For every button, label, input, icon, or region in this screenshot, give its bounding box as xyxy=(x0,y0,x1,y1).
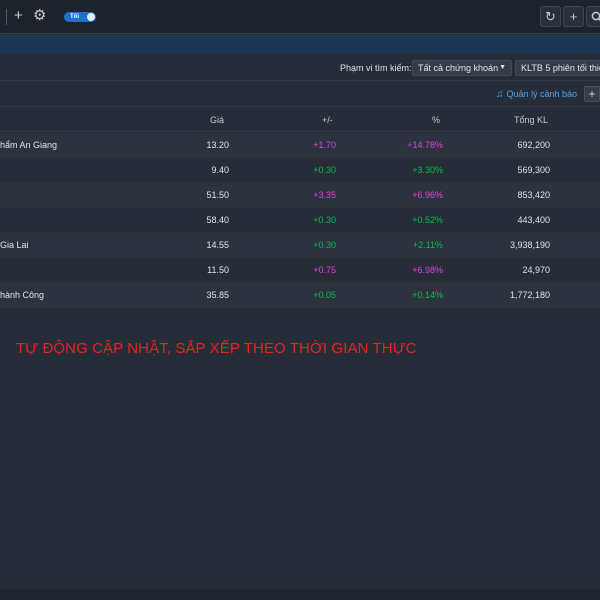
volume-cell: 853,420 xyxy=(517,190,550,200)
bottom-edge xyxy=(0,590,600,600)
scope-select[interactable]: Tất cả chứng khoán ▼ xyxy=(412,60,512,76)
change-cell: +3.35 xyxy=(313,190,336,200)
change-cell: +0.05 xyxy=(313,290,336,300)
table-row[interactable]: Gia Lai 14.55 +0.30 +2.11% 3,938,190 xyxy=(0,233,600,258)
scope-select-value: Tất cả chứng khoán xyxy=(418,63,499,73)
chevron-down-icon: ▼ xyxy=(499,64,506,71)
volume-cell: 3,938,190 xyxy=(509,240,550,250)
table-row[interactable]: 51.50 +3.35 +6.96% 853,420 xyxy=(0,183,600,208)
kltb-select-value: KLTB 5 phiên tối thiể xyxy=(521,63,600,73)
price-cell: 11.50 xyxy=(207,265,229,275)
stock-name: hẩm An Giang xyxy=(0,140,58,150)
price-cell: 9.40 xyxy=(211,165,229,175)
plus-icon: + xyxy=(569,9,578,24)
price-cell: 14.55 xyxy=(206,240,229,250)
add-alert-button[interactable]: + xyxy=(584,86,600,102)
promo-caption: TỰ ĐỘNG CẬP NHẬT, SẮP XẾP THEO THỜI GIAN… xyxy=(16,340,417,357)
percent-cell: +6.98% xyxy=(412,265,443,275)
add-button[interactable]: + xyxy=(563,6,584,27)
table-row[interactable]: 58.40 +0.30 +0.52% 443,400 xyxy=(0,208,600,233)
plus-icon[interactable]: + xyxy=(14,8,23,24)
change-cell: +0.75 xyxy=(313,265,336,275)
plus-icon: + xyxy=(588,87,596,101)
header-strip xyxy=(0,35,600,54)
percent-cell: +0.52% xyxy=(412,215,443,225)
alert-bar: ♫ Quản lý cảnh báo + xyxy=(0,82,600,107)
filter-bar: Phạm vi tìm kiếm: Tất cả chứng khoán ▼ K… xyxy=(0,54,600,81)
volume-cell: 24,970 xyxy=(522,265,550,275)
search-icon xyxy=(591,11,600,22)
percent-cell: +2.11% xyxy=(412,240,443,250)
manage-alerts-link[interactable]: ♫ Quản lý cảnh báo xyxy=(496,89,577,100)
toolbar-divider xyxy=(6,9,7,25)
change-cell: +1.70 xyxy=(313,140,336,150)
change-cell: +0.30 xyxy=(313,240,336,250)
percent-cell: +6.96% xyxy=(412,190,443,200)
table-row[interactable]: 11.50 +0.75 +6.98% 24,970 xyxy=(0,258,600,283)
table-row[interactable]: hành Công 35.85 +0.05 +0.14% 1,772,180 xyxy=(0,283,600,308)
toggle-knob xyxy=(87,13,95,21)
volume-cell: 1,772,180 xyxy=(509,290,550,300)
search-button[interactable] xyxy=(586,6,600,27)
volume-cell: 692,200 xyxy=(517,140,550,150)
column-header-volume[interactable]: Tổng KL xyxy=(514,115,548,125)
gear-icon[interactable]: ⚙ xyxy=(33,7,46,25)
table-row[interactable]: 9.40 +0.30 +3.30% 569,300 xyxy=(0,158,600,183)
price-cell: 13.20 xyxy=(206,140,229,150)
column-header-percent[interactable]: % xyxy=(432,115,440,125)
stock-name: hành Công xyxy=(0,290,45,300)
refresh-button[interactable]: ↻ xyxy=(540,6,561,27)
column-header-change[interactable]: +/- xyxy=(322,115,333,125)
manage-alerts-label: Quản lý cảnh báo xyxy=(506,89,578,99)
percent-cell: +3.30% xyxy=(412,165,443,175)
change-cell: +0.30 xyxy=(313,215,336,225)
refresh-icon: ↻ xyxy=(545,9,556,24)
table-row[interactable]: hẩm An Giang 13.20 +1.70 +14.78% 692,200 xyxy=(0,133,600,158)
column-header-price[interactable]: Giá xyxy=(210,115,224,125)
price-cell: 51.50 xyxy=(206,190,229,200)
price-cell: 58.40 xyxy=(206,215,229,225)
volume-cell: 443,400 xyxy=(517,215,550,225)
theme-toggle[interactable]: Tối xyxy=(64,12,96,22)
percent-cell: +14.78% xyxy=(407,140,443,150)
theme-toggle-label: Tối xyxy=(70,14,79,20)
change-cell: +0.30 xyxy=(313,165,336,175)
table-header: Giá +/- % Tổng KL xyxy=(0,108,600,132)
top-toolbar: + ⚙ Tối ↻ + xyxy=(0,0,600,34)
bell-icon: ♫ xyxy=(496,89,504,100)
percent-cell: +0.14% xyxy=(412,290,443,300)
volume-cell: 569,300 xyxy=(517,165,550,175)
kltb-select[interactable]: KLTB 5 phiên tối thiể xyxy=(515,60,600,76)
price-cell: 35.85 xyxy=(206,290,229,300)
stock-name: Gia Lai xyxy=(0,240,29,250)
scope-label: Phạm vi tìm kiếm: xyxy=(340,63,412,73)
